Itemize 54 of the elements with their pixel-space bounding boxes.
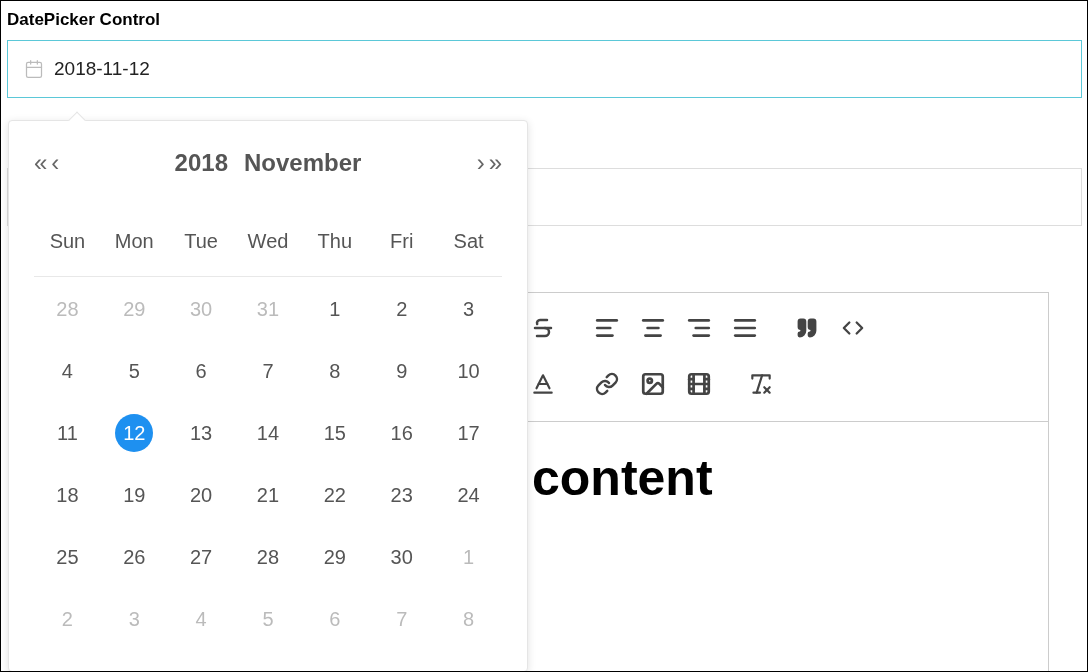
weekday-label: Sun xyxy=(48,228,87,254)
prev-year-button[interactable]: « xyxy=(34,151,48,175)
calendar-day[interactable]: 21 xyxy=(249,476,287,514)
weekday-label: Mon xyxy=(113,228,155,254)
calendar-day[interactable]: 20 xyxy=(182,476,221,514)
calendar-day[interactable]: 29 xyxy=(315,538,354,576)
editor-heading: content xyxy=(532,450,713,506)
calendar-day[interactable]: 25 xyxy=(48,538,87,576)
calendar-day[interactable]: 1 xyxy=(315,290,354,328)
calendar-day[interactable]: 17 xyxy=(449,414,488,452)
weekday-label: Wed xyxy=(246,228,290,254)
quote-icon xyxy=(796,317,818,339)
month-button[interactable]: November xyxy=(244,145,362,181)
highlight-icon xyxy=(530,371,556,397)
calendar-day[interactable]: 30 xyxy=(382,538,421,576)
calendar-day[interactable]: 3 xyxy=(449,290,488,328)
calendar-day[interactable]: 19 xyxy=(115,476,154,514)
calendar-day[interactable]: 7 xyxy=(249,352,287,390)
weekday-label: Thu xyxy=(316,228,354,254)
next-month-button[interactable]: › xyxy=(476,151,485,175)
calendar-icon xyxy=(24,59,44,79)
link-icon xyxy=(595,372,619,396)
calendar-day[interactable]: 24 xyxy=(449,476,488,514)
date-field[interactable]: 2018-11-12 xyxy=(7,40,1082,98)
date-value: 2018-11-12 xyxy=(54,56,150,81)
calendar-day[interactable]: 27 xyxy=(182,538,221,576)
calendar-day[interactable]: 5 xyxy=(115,352,154,390)
prev-month-button[interactable]: ‹ xyxy=(51,151,60,175)
calendar-day[interactable]: 22 xyxy=(315,476,354,514)
calendar-day[interactable]: 14 xyxy=(249,414,287,452)
calendar-day[interactable]: 16 xyxy=(382,414,421,452)
weekday-label: Sat xyxy=(452,228,485,254)
weekday-label: Fri xyxy=(389,228,415,254)
calendar-day[interactable]: 8 xyxy=(315,352,354,390)
clear-format-icon xyxy=(748,371,774,397)
calendar-day[interactable]: 9 xyxy=(382,352,421,390)
calendar-day[interactable]: 26 xyxy=(115,538,154,576)
calendar-day[interactable]: 15 xyxy=(315,414,354,452)
image-icon xyxy=(640,371,666,397)
calendar-day[interactable]: 4 xyxy=(48,352,87,390)
calendar-day[interactable]: 23 xyxy=(382,476,421,514)
strikethrough-icon xyxy=(531,316,555,340)
field-label: DatePicker Control xyxy=(7,9,162,31)
next-year-button[interactable]: » xyxy=(488,151,502,175)
year-button[interactable]: 2018 xyxy=(174,145,228,181)
calendar-day[interactable]: 6 xyxy=(182,352,221,390)
calendar-day[interactable]: 18 xyxy=(48,476,87,514)
weekday-label: Tue xyxy=(183,228,219,254)
calendar-day[interactable]: 28 xyxy=(249,538,287,576)
calendar-day[interactable]: 2 xyxy=(382,290,421,328)
calendar-day[interactable]: 13 xyxy=(182,414,221,452)
calendar-day[interactable]: 10 xyxy=(449,352,488,390)
calendar-day[interactable]: 11 xyxy=(48,414,87,452)
video-icon xyxy=(686,371,712,397)
